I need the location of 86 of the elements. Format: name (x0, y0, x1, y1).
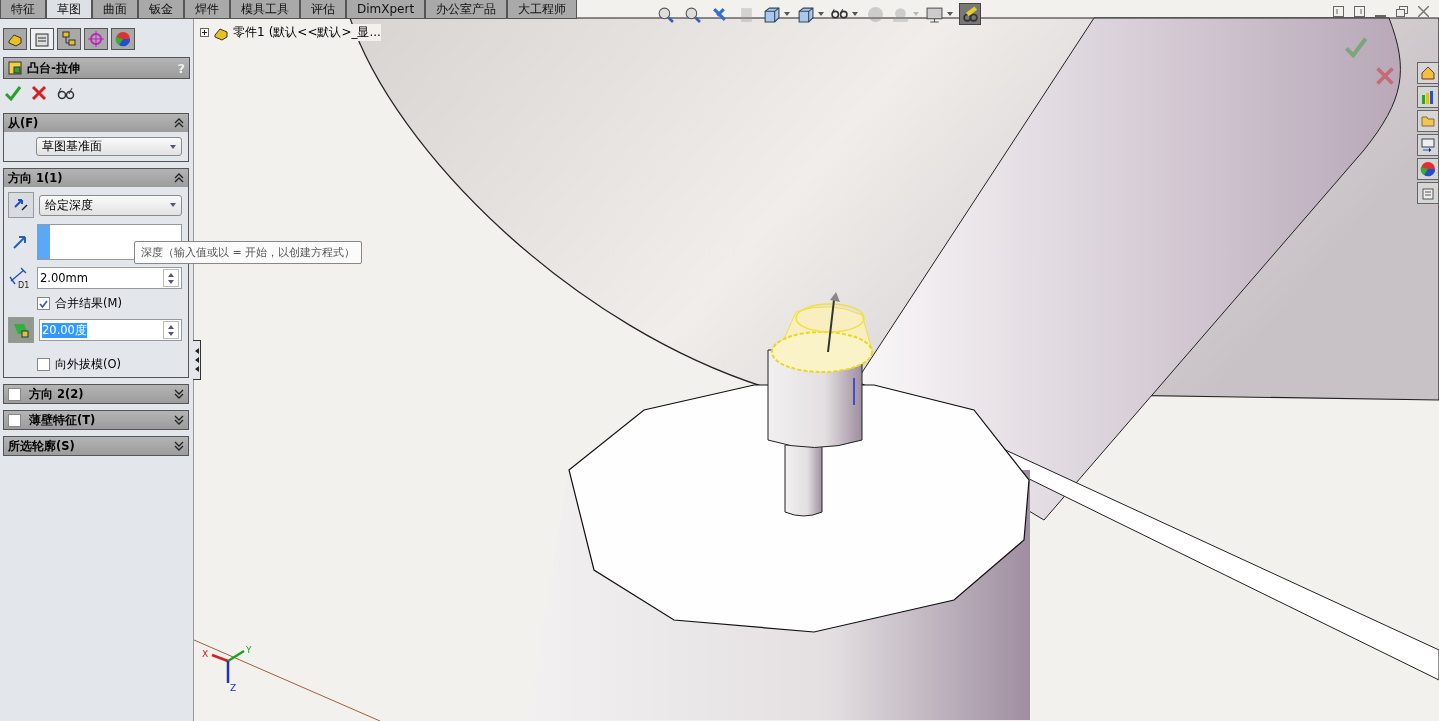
ribbon-tab[interactable]: 模具工具 (230, 0, 300, 19)
ribbon-tab[interactable]: 特征 (0, 0, 46, 19)
explorer-button[interactable] (1417, 110, 1439, 132)
preview-glasses-icon (961, 5, 979, 23)
tile-right-icon[interactable] (1354, 6, 1365, 17)
section-checkbox[interactable] (8, 387, 21, 401)
color-ball-icon (115, 31, 131, 47)
expand-chevron-icon[interactable] (174, 389, 184, 399)
ribbon-tab[interactable]: 办公室产品 (425, 0, 508, 19)
view-palette-button[interactable] (1417, 134, 1439, 156)
ribbon-tab[interactable]: DimXpert (346, 0, 426, 19)
spin-up-icon[interactable] (168, 324, 174, 329)
spin-down-icon[interactable] (170, 203, 176, 207)
view-toolbar-button[interactable] (959, 3, 981, 25)
part-name[interactable]: 零件1 (233, 24, 265, 41)
draft-outward-label: 向外拔模(O) (55, 357, 122, 372)
reverse-arrows-icon (13, 197, 29, 213)
reverse-direction-button[interactable] (8, 192, 34, 218)
config-tree-icon (61, 31, 77, 47)
panel-collapse-handle[interactable] (193, 340, 201, 380)
drag-arrow-handle[interactable] (827, 292, 840, 353)
house-icon (1421, 66, 1435, 80)
part-configuration: (默认<<默认>_显... (268, 24, 381, 41)
spin-down-icon[interactable] (168, 331, 174, 336)
section-checkbox[interactable] (8, 413, 21, 427)
ribbon-tab[interactable]: 评估 (300, 0, 346, 19)
extrude-icon (8, 61, 22, 75)
expand-chevron-icon[interactable] (174, 441, 184, 451)
palette-icon (1421, 138, 1435, 152)
depth-field[interactable]: 2.00mm (37, 267, 182, 289)
feature-title: 凸台-拉伸 (27, 59, 81, 77)
end-condition-select[interactable]: 给定深度 (39, 194, 182, 216)
view-cube-icon (763, 5, 780, 23)
shaded-cube-icon (797, 5, 814, 23)
spin-down-icon[interactable] (170, 144, 176, 149)
crosshair-icon (88, 31, 104, 47)
merge-checkbox[interactable] (37, 297, 50, 310)
expand-toggle-icon[interactable] (200, 28, 209, 37)
collapse-chevron-icon[interactable] (174, 118, 184, 128)
scene-icon (892, 5, 909, 23)
direction-arrow-icon (12, 234, 28, 250)
axis-line (853, 377, 855, 406)
draft-icon (13, 322, 29, 338)
books-icon (1421, 90, 1435, 104)
checkmark-icon (39, 299, 48, 308)
restore-icon[interactable] (1396, 6, 1408, 17)
panel-tab[interactable] (30, 28, 54, 50)
start-condition-select[interactable]: 草图基准面 (36, 137, 182, 156)
property-sheet-icon (34, 31, 50, 47)
home-button[interactable] (1417, 62, 1439, 84)
draft-button[interactable] (8, 317, 34, 343)
collapse-arrows-icon (194, 346, 199, 374)
monitor-icon (926, 5, 943, 23)
expand-chevron-icon[interactable] (174, 415, 184, 425)
zoom-fit-icon (656, 5, 674, 23)
tooltip: 深度（输入值或以 = 开始，以创建方程式） (134, 241, 363, 264)
ok-icon[interactable] (5, 85, 21, 101)
panel-tab[interactable] (84, 28, 108, 50)
draft-outward-checkbox[interactable] (37, 358, 50, 371)
spin-up-icon[interactable] (168, 272, 174, 277)
panel-tab[interactable] (3, 28, 27, 50)
previous-view-icon (710, 5, 728, 23)
color-ball-icon (1420, 161, 1436, 177)
ribbon-tab[interactable]: 钣金 (138, 0, 184, 19)
cancel-icon[interactable] (31, 85, 47, 101)
panel-tab[interactable] (111, 28, 135, 50)
appearance-button[interactable] (1417, 158, 1439, 180)
sphere-icon (866, 5, 884, 23)
ribbon-tab[interactable]: 大工程师 (507, 0, 578, 19)
ribbon-tab[interactable]: 草图 (46, 0, 92, 19)
collapse-chevron-icon[interactable] (174, 173, 184, 183)
clipboard-icon (1421, 186, 1435, 200)
axis-triad-drawing: X Y Z (200, 643, 260, 693)
zoom-area-icon (683, 5, 701, 23)
glasses-icon[interactable] (57, 86, 75, 100)
ribbon-tab[interactable]: 焊件 (184, 0, 230, 19)
close-icon[interactable] (1418, 6, 1429, 17)
glasses-icon (831, 9, 848, 19)
merge-label: 合并结果(M) (55, 296, 122, 311)
folder-icon (1421, 114, 1435, 128)
properties-button[interactable] (1417, 182, 1439, 204)
ribbon-tab[interactable]: 曲面 (92, 0, 138, 19)
spin-down-icon[interactable] (168, 279, 174, 284)
library-button[interactable] (1417, 86, 1439, 108)
panel-tab[interactable] (57, 28, 81, 50)
tile-left-icon[interactable] (1333, 6, 1344, 17)
